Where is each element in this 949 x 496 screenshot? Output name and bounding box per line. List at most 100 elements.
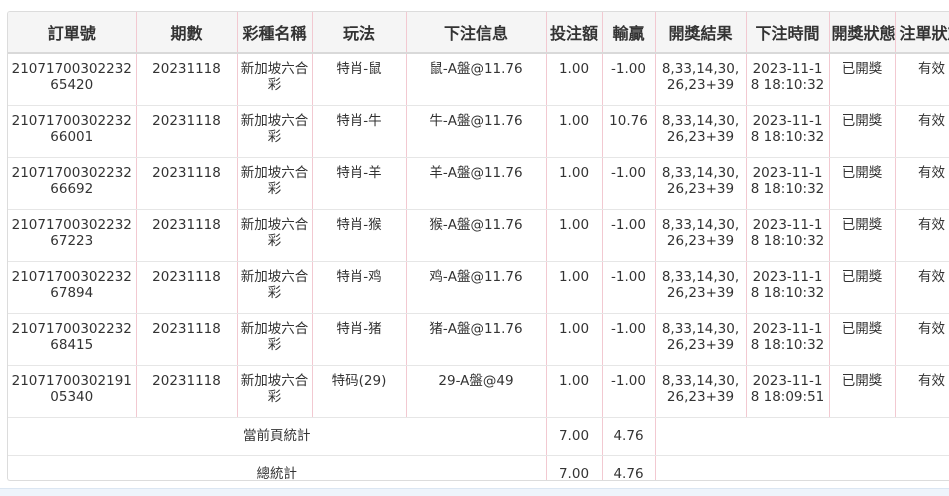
bet-status-cell: 有效 bbox=[895, 105, 949, 158]
column-header-bet-amount: 投注額 bbox=[546, 12, 603, 54]
bet-info-cell: 猴-A盤@11.76 bbox=[406, 209, 547, 262]
play-type-cell: 特肖-牛 bbox=[312, 105, 407, 158]
bet-records-table: 訂單號 期數 彩種名稱 玩法 下注信息 投注額 輸贏 開獎結果 下注時間 開獎狀… bbox=[8, 12, 949, 480]
page-total-win-loss: 4.76 bbox=[602, 417, 656, 456]
column-header-lottery-name: 彩種名稱 bbox=[237, 12, 313, 54]
order-no-cell: 2107170030219105340 bbox=[8, 365, 137, 418]
table-row: 2107170030223266001 20231118 新加坡六合彩 特肖-牛… bbox=[8, 105, 949, 158]
win-loss-cell: -1.00 bbox=[602, 313, 656, 366]
period-cell: 20231118 bbox=[136, 313, 238, 366]
order-no-cell: 2107170030223267894 bbox=[8, 261, 137, 314]
win-loss-cell: -1.00 bbox=[602, 53, 656, 106]
column-header-period: 期數 bbox=[136, 12, 238, 54]
page-total-filler bbox=[655, 417, 949, 456]
table-header-row: 訂單號 期數 彩種名稱 玩法 下注信息 投注額 輸贏 開獎結果 下注時間 開獎狀… bbox=[8, 12, 949, 54]
bet-status-cell: 有效 bbox=[895, 53, 949, 106]
bet-amount-cell: 1.00 bbox=[546, 209, 603, 262]
draw-result-cell: 8,33,14,30,26,23+39 bbox=[655, 53, 747, 106]
bet-status-cell: 有效 bbox=[895, 365, 949, 418]
order-no-cell: 2107170030223268415 bbox=[8, 313, 137, 366]
lottery-name-cell: 新加坡六合彩 bbox=[237, 209, 313, 262]
lottery-name-cell: 新加坡六合彩 bbox=[237, 157, 313, 210]
lottery-name-cell: 新加坡六合彩 bbox=[237, 313, 313, 366]
draw-result-cell: 8,33,14,30,26,23+39 bbox=[655, 105, 747, 158]
table-body: 2107170030223265420 20231118 新加坡六合彩 特肖-鼠… bbox=[8, 53, 949, 480]
page-total-row: 當前頁統計 7.00 4.76 bbox=[8, 417, 949, 456]
bet-info-cell: 牛-A盤@11.76 bbox=[406, 105, 547, 158]
table-row: 2107170030223267894 20231118 新加坡六合彩 特肖-鸡… bbox=[8, 261, 949, 314]
grand-total-win-loss: 4.76 bbox=[602, 455, 656, 480]
play-type-cell: 特码(29) bbox=[312, 365, 407, 418]
bet-amount-cell: 1.00 bbox=[546, 313, 603, 366]
lottery-name-cell: 新加坡六合彩 bbox=[237, 105, 313, 158]
table-header: 訂單號 期數 彩種名稱 玩法 下注信息 投注額 輸贏 開獎結果 下注時間 開獎狀… bbox=[8, 12, 949, 54]
table-row: 2107170030219105340 20231118 新加坡六合彩 特码(2… bbox=[8, 365, 949, 418]
lottery-name-cell: 新加坡六合彩 bbox=[237, 261, 313, 314]
bet-time-cell: 2023-11-18 18:10:32 bbox=[746, 105, 830, 158]
bet-amount-cell: 1.00 bbox=[546, 157, 603, 210]
order-no-cell: 2107170030223266001 bbox=[8, 105, 137, 158]
bet-time-cell: 2023-11-18 18:10:32 bbox=[746, 157, 830, 210]
table-row: 2107170030223268415 20231118 新加坡六合彩 特肖-猪… bbox=[8, 313, 949, 366]
bet-records-panel: 訂單號 期數 彩種名稱 玩法 下注信息 投注額 輸贏 開獎結果 下注時間 開獎狀… bbox=[7, 11, 949, 481]
top-spacer bbox=[0, 0, 949, 11]
bottom-bar bbox=[0, 488, 949, 496]
table-row: 2107170030223267223 20231118 新加坡六合彩 特肖-猴… bbox=[8, 209, 949, 262]
bet-status-cell: 有效 bbox=[895, 209, 949, 262]
bet-status-cell: 有效 bbox=[895, 261, 949, 314]
draw-status-cell: 已開獎 bbox=[829, 313, 896, 366]
period-cell: 20231118 bbox=[136, 365, 238, 418]
win-loss-cell: -1.00 bbox=[602, 209, 656, 262]
draw-status-cell: 已開獎 bbox=[829, 365, 896, 418]
grand-total-amount: 7.00 bbox=[546, 455, 603, 480]
win-loss-cell: -1.00 bbox=[602, 157, 656, 210]
draw-result-cell: 8,33,14,30,26,23+39 bbox=[655, 313, 747, 366]
bet-time-cell: 2023-11-18 18:10:32 bbox=[746, 53, 830, 106]
page-total-amount: 7.00 bbox=[546, 417, 603, 456]
play-type-cell: 特肖-鼠 bbox=[312, 53, 407, 106]
bet-status-cell: 有效 bbox=[895, 313, 949, 366]
bet-time-cell: 2023-11-18 18:10:32 bbox=[746, 209, 830, 262]
draw-status-cell: 已開獎 bbox=[829, 105, 896, 158]
order-no-cell: 2107170030223267223 bbox=[8, 209, 137, 262]
grand-total-filler bbox=[655, 455, 949, 480]
play-type-cell: 特肖-羊 bbox=[312, 157, 407, 210]
play-type-cell: 特肖-鸡 bbox=[312, 261, 407, 314]
bet-records-page: 訂單號 期數 彩種名稱 玩法 下注信息 投注額 輸贏 開獎結果 下注時間 開獎狀… bbox=[0, 0, 949, 496]
draw-status-cell: 已開獎 bbox=[829, 209, 896, 262]
order-no-cell: 2107170030223265420 bbox=[8, 53, 137, 106]
win-loss-cell: -1.00 bbox=[602, 365, 656, 418]
order-no-cell: 2107170030223266692 bbox=[8, 157, 137, 210]
bet-status-cell: 有效 bbox=[895, 157, 949, 210]
bet-time-cell: 2023-11-18 18:09:51 bbox=[746, 365, 830, 418]
period-cell: 20231118 bbox=[136, 157, 238, 210]
column-header-bet-info: 下注信息 bbox=[406, 12, 547, 54]
column-header-play-type: 玩法 bbox=[312, 12, 407, 54]
column-header-win-loss: 輸贏 bbox=[602, 12, 656, 54]
draw-result-cell: 8,33,14,30,26,23+39 bbox=[655, 261, 747, 314]
period-cell: 20231118 bbox=[136, 209, 238, 262]
bet-time-cell: 2023-11-18 18:10:32 bbox=[746, 313, 830, 366]
draw-result-cell: 8,33,14,30,26,23+39 bbox=[655, 209, 747, 262]
period-cell: 20231118 bbox=[136, 261, 238, 314]
draw-status-cell: 已開獎 bbox=[829, 157, 896, 210]
lottery-name-cell: 新加坡六合彩 bbox=[237, 53, 313, 106]
grand-total-label: 總統計 bbox=[8, 455, 547, 480]
column-header-bet-time: 下注時間 bbox=[746, 12, 830, 54]
bet-amount-cell: 1.00 bbox=[546, 365, 603, 418]
page-total-label: 當前頁統計 bbox=[8, 417, 547, 456]
table-row: 2107170030223265420 20231118 新加坡六合彩 特肖-鼠… bbox=[8, 53, 949, 106]
bet-info-cell: 鸡-A盤@11.76 bbox=[406, 261, 547, 314]
period-cell: 20231118 bbox=[136, 105, 238, 158]
bet-time-cell: 2023-11-18 18:10:32 bbox=[746, 261, 830, 314]
draw-result-cell: 8,33,14,30,26,23+39 bbox=[655, 157, 747, 210]
column-header-draw-result: 開獎結果 bbox=[655, 12, 747, 54]
lottery-name-cell: 新加坡六合彩 bbox=[237, 365, 313, 418]
draw-result-cell: 8,33,14,30,26,23+39 bbox=[655, 365, 747, 418]
table-row: 2107170030223266692 20231118 新加坡六合彩 特肖-羊… bbox=[8, 157, 949, 210]
bet-info-cell: 29-A盤@49 bbox=[406, 365, 547, 418]
grand-total-row: 總統計 7.00 4.76 bbox=[8, 455, 949, 480]
play-type-cell: 特肖-猴 bbox=[312, 209, 407, 262]
bet-amount-cell: 1.00 bbox=[546, 261, 603, 314]
column-header-bet-status: 注單狀態 bbox=[895, 12, 949, 54]
